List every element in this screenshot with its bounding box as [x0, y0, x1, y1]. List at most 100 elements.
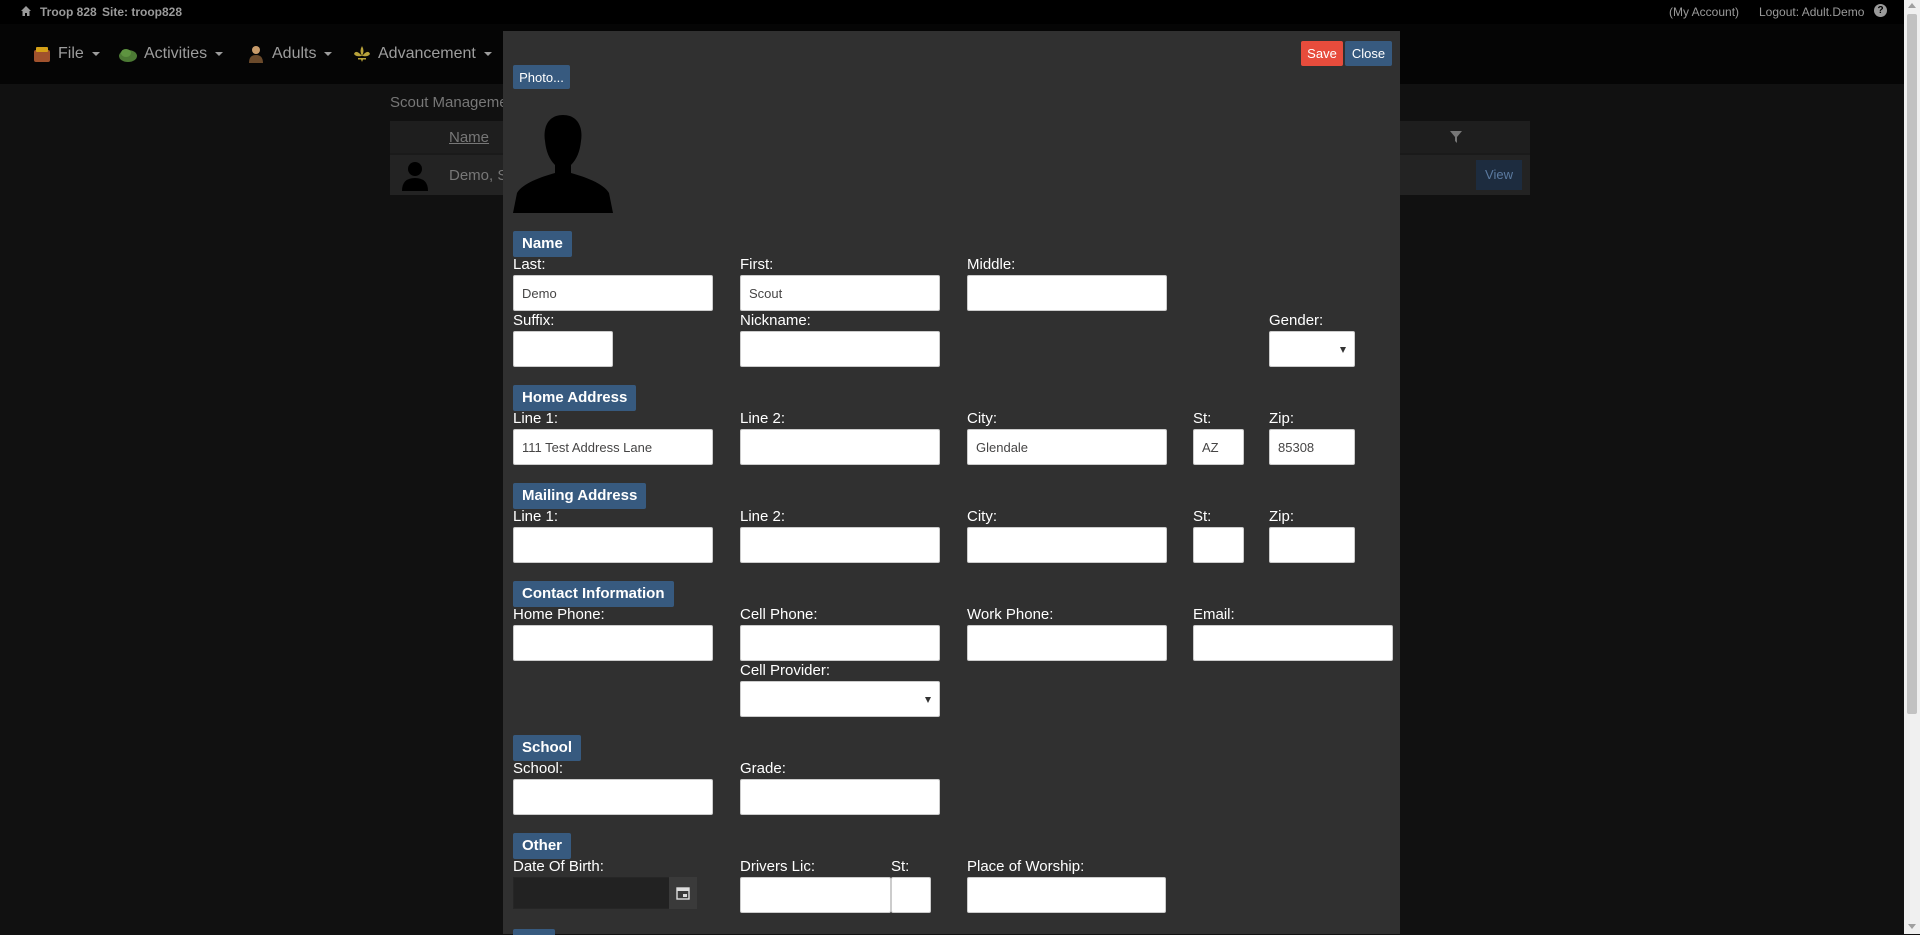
drivers-lic-input[interactable]	[740, 877, 891, 913]
nav-activities-label: Activities	[144, 45, 208, 62]
first-name-label: First:	[740, 256, 774, 273]
nickname-input[interactable]	[740, 331, 940, 367]
drivers-lic-label: Drivers Lic:	[740, 858, 816, 875]
page-title: Scout Manageme	[390, 94, 508, 111]
chevron-down-icon	[483, 52, 492, 56]
middle-name-input[interactable]	[967, 275, 1167, 311]
scroll-down-icon[interactable]	[1908, 924, 1916, 929]
dob-label: Date Of Birth:	[513, 858, 604, 875]
home-city-label: City:	[967, 410, 997, 427]
first-name-input[interactable]	[740, 275, 940, 311]
row-name: Demo, S	[449, 167, 508, 184]
adults-icon	[249, 46, 263, 63]
mail-zip-input[interactable]	[1269, 527, 1355, 563]
gender-select[interactable]	[1269, 331, 1355, 367]
next-section-header	[513, 929, 555, 935]
avatar	[402, 162, 428, 191]
activities-icon	[119, 49, 137, 62]
my-account-link[interactable]: (My Account)	[1669, 5, 1739, 19]
nav-adults-label: Adults	[272, 45, 317, 62]
home-state-input[interactable]	[1193, 429, 1244, 465]
nav-advancement-label: Advancement	[378, 45, 476, 62]
scrollbar-thumb[interactable]	[1907, 14, 1917, 714]
middle-name-label: Middle:	[967, 256, 1016, 273]
home-city-input[interactable]	[967, 429, 1167, 465]
logout-link[interactable]: Logout: Adult.Demo	[1759, 5, 1864, 19]
mail-city-label: City:	[967, 508, 997, 525]
nav-activities[interactable]: Activities	[118, 42, 224, 66]
dl-state-input[interactable]	[891, 877, 931, 913]
name-section-header: Name	[513, 231, 572, 257]
home-zip-label: Zip:	[1269, 410, 1295, 427]
troop-label: Troop 828	[40, 5, 97, 19]
calendar-icon	[676, 887, 690, 900]
school-label: School:	[513, 760, 564, 777]
top-status-bar: Troop 828 Site: troop828 (My Account) Lo…	[0, 0, 1904, 24]
column-name-header[interactable]: Name	[449, 129, 489, 146]
home-phone-label: Home Phone:	[513, 606, 605, 623]
site-label: Site: troop828	[102, 5, 183, 19]
home-zip-input[interactable]	[1269, 429, 1355, 465]
scout-photo	[513, 115, 613, 213]
work-phone-label: Work Phone:	[967, 606, 1054, 623]
nav-file[interactable]: File	[32, 42, 100, 66]
home-icon[interactable]	[20, 5, 32, 17]
cell-phone-label: Cell Phone:	[740, 606, 818, 623]
mail-line2-input[interactable]	[740, 527, 940, 563]
email-input[interactable]	[1193, 625, 1393, 661]
scroll-up-icon[interactable]	[1908, 3, 1916, 8]
help-icon[interactable]: ?	[1874, 4, 1887, 17]
mail-line2-label: Line 2:	[740, 508, 786, 525]
mail-city-input[interactable]	[967, 527, 1167, 563]
nav-advancement[interactable]: Advancement	[352, 42, 492, 66]
worship-label: Place of Worship:	[967, 858, 1085, 875]
close-button[interactable]: Close	[1345, 41, 1392, 66]
suffix-input[interactable]	[513, 331, 613, 367]
home-address-section-header: Home Address	[513, 385, 637, 411]
grade-label: Grade:	[740, 760, 786, 777]
nickname-label: Nickname:	[740, 312, 811, 329]
save-button[interactable]: Save	[1301, 41, 1343, 66]
worship-input[interactable]	[967, 877, 1166, 913]
page-scrollbar[interactable]	[1904, 0, 1920, 934]
mail-zip-label: Zip:	[1269, 508, 1295, 525]
home-line2-label: Line 2:	[740, 410, 786, 427]
view-button[interactable]: View	[1476, 160, 1522, 190]
dl-state-label: St:	[891, 858, 910, 875]
grade-input[interactable]	[740, 779, 940, 815]
mail-state-input[interactable]	[1193, 527, 1244, 563]
nav-file-label: File	[58, 45, 84, 62]
home-line1-label: Line 1:	[513, 410, 559, 427]
home-line1-input[interactable]	[513, 429, 713, 465]
dob-input[interactable]	[513, 877, 671, 909]
gender-label: Gender:	[1269, 312, 1324, 329]
file-icon	[34, 47, 50, 62]
chevron-down-icon	[91, 52, 100, 56]
calendar-button[interactable]	[669, 877, 697, 909]
mail-line1-label: Line 1:	[513, 508, 559, 525]
chevron-down-icon	[324, 52, 333, 56]
last-name-input[interactable]	[513, 275, 713, 311]
email-label: Email:	[1193, 606, 1235, 623]
cell-phone-input[interactable]	[740, 625, 940, 661]
chevron-down-icon	[1340, 347, 1346, 353]
work-phone-input[interactable]	[967, 625, 1167, 661]
cell-provider-label: Cell Provider:	[740, 662, 831, 679]
mail-line1-input[interactable]	[513, 527, 713, 563]
cell-provider-select[interactable]	[740, 681, 940, 717]
school-input[interactable]	[513, 779, 713, 815]
scout-edit-modal: Save Close Photo... Name Last: First: Mi…	[503, 31, 1400, 935]
other-section-header: Other	[513, 833, 572, 859]
home-phone-input[interactable]	[513, 625, 713, 661]
fleur-de-lis-icon	[354, 46, 370, 62]
nav-adults[interactable]: Adults	[246, 42, 333, 66]
mail-state-label: St:	[1193, 508, 1212, 525]
mailing-address-section-header: Mailing Address	[513, 483, 647, 509]
chevron-down-icon	[215, 52, 224, 56]
photo-button[interactable]: Photo...	[513, 65, 570, 89]
contact-section-header: Contact Information	[513, 581, 674, 607]
school-section-header: School	[513, 735, 582, 761]
home-line2-input[interactable]	[740, 429, 940, 465]
last-name-label: Last:	[513, 256, 546, 273]
filter-icon[interactable]	[1450, 131, 1462, 143]
